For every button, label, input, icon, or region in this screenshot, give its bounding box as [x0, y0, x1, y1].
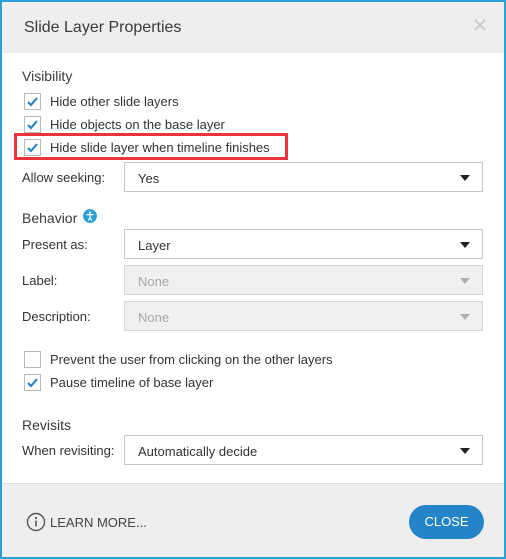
label-field-label: Label: — [22, 273, 58, 288]
allow-seeking-select[interactable]: Yes — [124, 162, 483, 192]
hide-base-objects-checkbox[interactable] — [24, 116, 41, 133]
allow-seeking-value: Yes — [138, 171, 160, 186]
highlight-box — [14, 133, 288, 160]
checkmark-icon — [27, 378, 38, 388]
info-circle-icon[interactable] — [26, 512, 46, 532]
hide-other-layers-checkbox[interactable] — [24, 93, 41, 110]
dialog-title: Slide Layer Properties — [24, 19, 182, 36]
description-field-label: Description: — [22, 309, 91, 324]
prevent-clicking-label: Prevent the user from clicking on the ot… — [50, 352, 333, 367]
present-as-select[interactable]: Layer — [124, 229, 483, 259]
learn-more-link[interactable]: LEARN MORE... — [50, 515, 147, 530]
close-button[interactable]: CLOSE — [409, 505, 484, 539]
visibility-heading: Visibility — [22, 68, 73, 84]
pause-base-timeline-checkbox[interactable] — [24, 374, 41, 391]
chevron-down-icon — [460, 314, 470, 320]
chevron-down-icon — [460, 242, 470, 248]
present-as-label: Present as: — [22, 237, 88, 252]
behavior-heading: Behavior — [22, 210, 78, 226]
chevron-down-icon — [460, 175, 470, 181]
checkmark-icon — [27, 120, 38, 130]
description-value: None — [138, 310, 170, 325]
chevron-down-icon — [460, 448, 470, 454]
when-revisiting-label: When revisiting: — [22, 443, 115, 458]
description-select: None — [124, 301, 483, 331]
checkmark-icon — [27, 97, 38, 107]
title-bar: Slide Layer Properties — [2, 2, 504, 53]
pause-base-timeline-label: Pause timeline of base layer — [50, 375, 214, 390]
prevent-clicking-checkbox[interactable] — [24, 351, 41, 368]
present-as-value: Layer — [138, 238, 171, 253]
when-revisiting-value: Automatically decide — [138, 444, 258, 459]
revisits-heading: Revisits — [22, 417, 72, 433]
close-x-icon[interactable] — [471, 16, 489, 34]
allow-seeking-label: Allow seeking: — [22, 170, 106, 185]
accessibility-info-icon[interactable] — [83, 209, 97, 223]
when-revisiting-select[interactable]: Automatically decide — [124, 435, 483, 465]
label-select: None — [124, 265, 483, 295]
hide-base-objects-label: Hide objects on the base layer — [50, 117, 225, 132]
label-value: None — [138, 274, 170, 289]
chevron-down-icon — [460, 278, 470, 284]
hide-other-layers-label: Hide other slide layers — [50, 94, 179, 109]
slide-layer-properties-dialog: Slide Layer Properties Visibility Hide o… — [0, 0, 506, 559]
